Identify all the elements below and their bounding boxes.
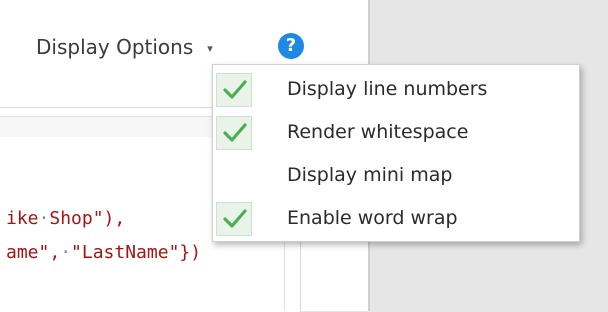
menu-item-display-line-numbers[interactable]: Display line numbers [213, 68, 579, 111]
code-token: Shop"), [49, 208, 126, 229]
code-token: ike [6, 208, 39, 229]
menu-item-label: Display line numbers [287, 78, 488, 100]
menu-item-label: Enable word wrap [287, 207, 458, 229]
code-line-1: ike·Shop"), [6, 208, 125, 229]
code-token: "LastName"}) [71, 242, 202, 263]
menu-item-enable-word-wrap[interactable]: Enable word wrap [213, 197, 579, 240]
checkbox[interactable] [216, 116, 252, 150]
menu-item-display-mini-map[interactable]: Display mini map [213, 154, 579, 197]
check-icon [223, 80, 247, 99]
menu-item-label: Render whitespace [287, 121, 469, 143]
checkbox[interactable] [216, 73, 252, 107]
whitespace-marker: · [38, 208, 50, 229]
display-options-label: Display Options [36, 35, 194, 59]
menu-item-label: Display mini map [287, 164, 453, 186]
chevron-down-icon: ▾ [207, 42, 213, 55]
display-options-menu: Display line numbers Render whitespace D… [212, 64, 580, 242]
checkbox[interactable] [216, 202, 252, 236]
check-icon [223, 209, 247, 228]
whitespace-marker: · [60, 242, 72, 263]
display-options-button[interactable]: Display Options ▾ [36, 31, 213, 63]
code-token: ame", [6, 242, 61, 263]
check-icon [223, 123, 247, 142]
menu-item-render-whitespace[interactable]: Render whitespace [213, 111, 579, 154]
help-icon[interactable]: ? [278, 33, 304, 59]
code-line-2: ame",·"LastName"}) [6, 242, 201, 263]
window: Display Options ▾ ? ike·Shop"), ame",·"L… [0, 0, 608, 312]
